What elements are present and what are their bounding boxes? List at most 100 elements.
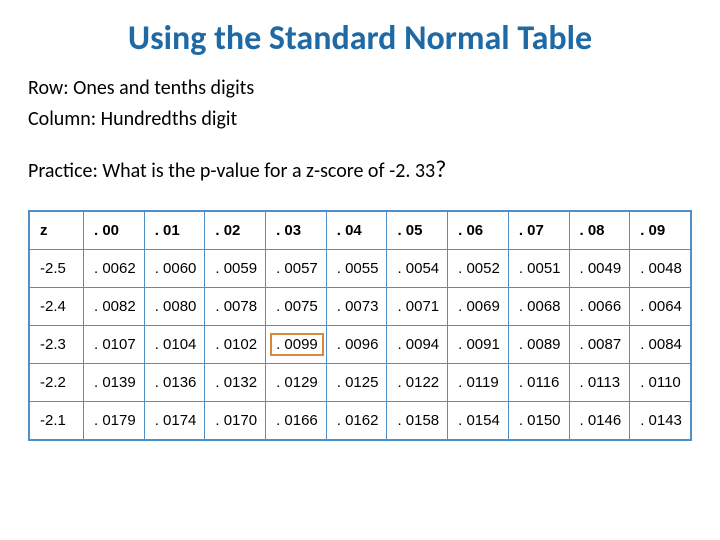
p-value-cell: . 0150	[508, 402, 569, 440]
p-value-cell: . 0104	[144, 326, 205, 364]
p-value-cell: . 0082	[84, 288, 145, 326]
p-value: . 0104	[155, 336, 197, 353]
col-header: . 09	[630, 212, 691, 250]
p-value-cell: . 0064	[630, 288, 691, 326]
p-value-cell: . 0132	[205, 364, 266, 402]
p-value-cell: . 0066	[569, 288, 630, 326]
p-value: . 0113	[580, 374, 621, 391]
z-value: -2.3	[30, 326, 84, 364]
p-value: . 0150	[519, 412, 561, 429]
p-value-cell: . 0062	[84, 250, 145, 288]
p-value: . 0110	[640, 374, 681, 391]
p-value-cell: . 0048	[630, 250, 691, 288]
p-value-cell: . 0059	[205, 250, 266, 288]
slide: Using the Standard Normal Table Row: One…	[0, 0, 720, 441]
p-value: . 0091	[458, 336, 500, 353]
row-instruction: Row: Ones and tenths digits	[28, 75, 692, 102]
p-value: . 0069	[458, 298, 500, 315]
p-value-cell: . 0166	[266, 402, 327, 440]
p-value: . 0143	[640, 412, 682, 429]
p-value-cell: . 0119	[448, 364, 509, 402]
p-value-cell: . 0068	[508, 288, 569, 326]
p-value-cell: . 0080	[144, 288, 205, 326]
p-value: . 0129	[276, 374, 318, 391]
p-value: . 0094	[397, 336, 439, 353]
p-value: . 0084	[640, 336, 682, 353]
z-table: z. 00. 01. 02. 03. 04. 05. 06. 07. 08. 0…	[29, 211, 691, 440]
p-value: . 0062	[94, 260, 136, 277]
p-value-cell: . 0094	[387, 326, 448, 364]
p-value: . 0099	[270, 333, 324, 356]
p-value-cell: . 0096	[326, 326, 387, 364]
z-value: -2.5	[30, 250, 84, 288]
p-value: . 0122	[397, 374, 439, 391]
p-value: . 0066	[580, 298, 622, 315]
practice-question: Practice: What is the p-value for a z-sc…	[28, 155, 692, 184]
p-value-cell: . 0084	[630, 326, 691, 364]
table-row: -2.3 . 0107 . 0104 . 0102 . 0099 . 0096 . 0094…	[30, 326, 691, 364]
p-value-cell: . 0052	[448, 250, 509, 288]
p-value: . 0052	[458, 260, 500, 277]
p-value: . 0179	[94, 412, 136, 429]
p-value-cell: . 0102	[205, 326, 266, 364]
p-value: . 0059	[215, 260, 257, 277]
p-value: . 0158	[397, 412, 439, 429]
p-value: . 0174	[155, 412, 197, 429]
p-value-cell: . 0158	[387, 402, 448, 440]
p-value: . 0146	[580, 412, 622, 429]
col-header: . 05	[387, 212, 448, 250]
p-value-cell: . 0122	[387, 364, 448, 402]
p-value-cell: . 0054	[387, 250, 448, 288]
p-value: . 0078	[215, 298, 257, 315]
p-value: . 0087	[580, 336, 622, 353]
p-value: . 0170	[215, 412, 257, 429]
p-value: . 0082	[94, 298, 136, 315]
col-header: . 01	[144, 212, 205, 250]
p-value-cell: . 0091	[448, 326, 509, 364]
p-value: . 0054	[397, 260, 439, 277]
p-value: . 0049	[580, 260, 622, 277]
page-title: Using the Standard Normal Table	[28, 18, 692, 59]
p-value-cell-highlighted: . 0099	[266, 326, 327, 364]
col-header: . 03	[266, 212, 327, 250]
p-value: . 0116	[519, 374, 560, 391]
p-value-cell: . 0055	[326, 250, 387, 288]
column-instruction: Column: Hundredths digit	[28, 106, 692, 133]
p-value-cell: . 0078	[205, 288, 266, 326]
practice-text: Practice: What is the p-value for a z-sc…	[28, 159, 435, 183]
p-value-cell: . 0170	[205, 402, 266, 440]
table-row: -2.5. 0062. 0060. 0059. 0057. 0055. 0054…	[30, 250, 691, 288]
p-value: . 0102	[215, 336, 257, 353]
p-value-cell: . 0113	[569, 364, 630, 402]
col-header: . 04	[326, 212, 387, 250]
col-header: . 07	[508, 212, 569, 250]
p-value: . 0057	[276, 260, 318, 277]
z-table-header-row: z. 00. 01. 02. 03. 04. 05. 06. 07. 08. 0…	[30, 212, 691, 250]
p-value-cell: . 0051	[508, 250, 569, 288]
p-value: . 0051	[519, 260, 561, 277]
p-value: . 0080	[155, 298, 197, 315]
col-header: . 02	[205, 212, 266, 250]
p-value-cell: . 0089	[508, 326, 569, 364]
p-value: . 0096	[337, 336, 379, 353]
p-value: . 0154	[458, 412, 500, 429]
p-value-cell: . 0143	[630, 402, 691, 440]
p-value-cell: . 0154	[448, 402, 509, 440]
table-row: -2.2. 0139. 0136. 0132. 0129. 0125. 0122…	[30, 364, 691, 402]
col-header: . 08	[569, 212, 630, 250]
p-value: . 0075	[276, 298, 318, 315]
p-value: . 0125	[337, 374, 379, 391]
p-value: . 0162	[337, 412, 379, 429]
col-header: . 00	[84, 212, 145, 250]
p-value-cell: . 0087	[569, 326, 630, 364]
p-value-cell: . 0073	[326, 288, 387, 326]
p-value: . 0132	[215, 374, 257, 391]
p-value-cell: . 0107	[84, 326, 145, 364]
p-value: . 0107	[94, 336, 136, 353]
p-value: . 0139	[94, 374, 136, 391]
p-value-cell: . 0116	[508, 364, 569, 402]
p-value-cell: . 0069	[448, 288, 509, 326]
z-header: z	[30, 212, 84, 250]
p-value-cell: . 0136	[144, 364, 205, 402]
practice-qmark: ?	[435, 155, 446, 184]
